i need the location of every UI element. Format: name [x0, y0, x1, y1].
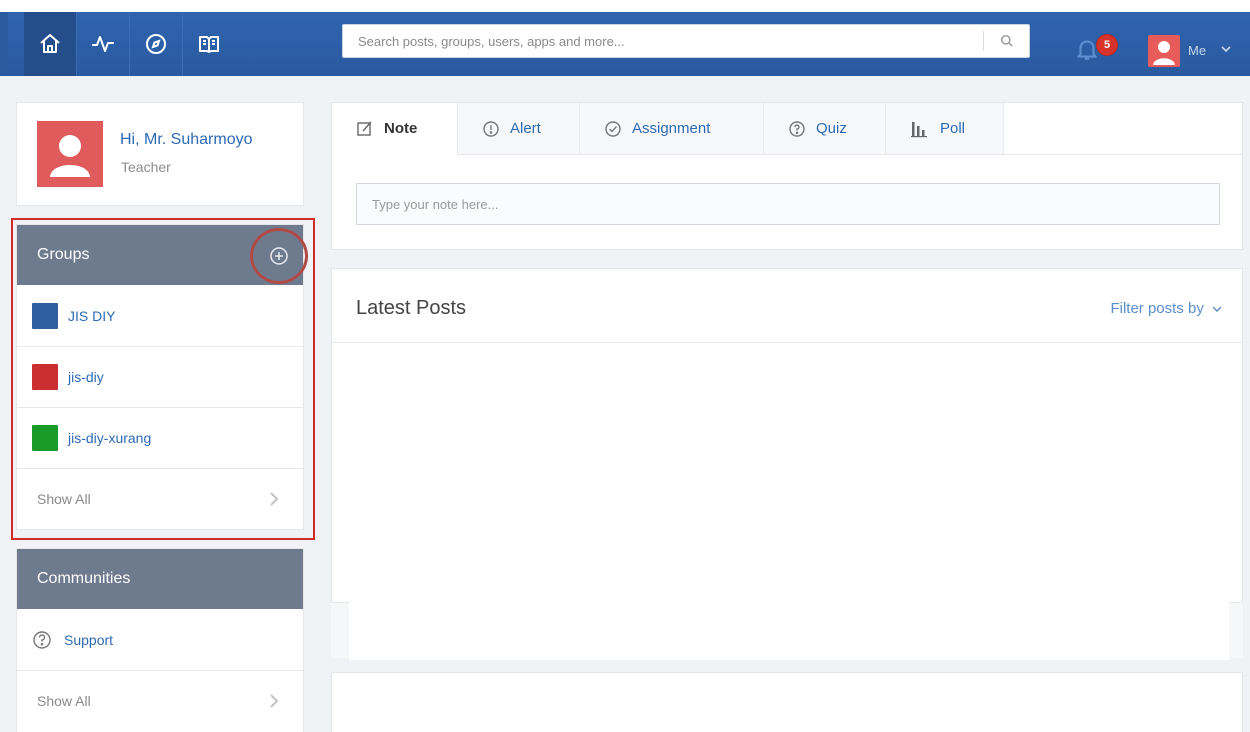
- chevron-down-icon[interactable]: [1220, 44, 1232, 54]
- help-circle-icon: [33, 630, 51, 649]
- community-item[interactable]: Support: [17, 609, 303, 670]
- search-input[interactable]: [343, 25, 983, 57]
- composer-tabs: Note Alert Assignment Quiz Poll: [332, 103, 1242, 155]
- help-circle-icon: [788, 120, 806, 138]
- communities-panel: Communities Support Show All: [16, 548, 304, 732]
- bar-chart-icon: [910, 120, 930, 138]
- communities-panel-header: Communities: [17, 549, 303, 609]
- user-avatar[interactable]: [1148, 35, 1180, 67]
- tab-label: Quiz: [816, 120, 847, 137]
- post-composer: Note Alert Assignment Quiz Poll Type you…: [331, 102, 1243, 250]
- activity-nav-button[interactable]: [77, 12, 129, 76]
- tab-poll[interactable]: Poll: [886, 103, 1004, 155]
- tab-quiz[interactable]: Quiz: [764, 103, 886, 155]
- search-bar: [342, 24, 1030, 58]
- profile-card: Hi, Mr. Suharmoyo Teacher: [16, 102, 304, 206]
- book-icon: [199, 36, 219, 53]
- plus-circle-icon: [270, 247, 288, 265]
- alert-icon: [482, 120, 500, 138]
- discover-nav-button[interactable]: [130, 12, 182, 76]
- library-nav-button[interactable]: [183, 12, 235, 76]
- user-silhouette-icon: [1153, 41, 1175, 65]
- notification-count-badge: 5: [1096, 34, 1118, 56]
- search-icon: [1001, 35, 1013, 47]
- home-icon: [40, 34, 60, 53]
- top-nav-inner: 5 Me: [8, 12, 1250, 76]
- tab-alert[interactable]: Alert: [458, 103, 580, 155]
- tabs-spacer: [1004, 103, 1242, 155]
- tab-label: Poll: [940, 120, 966, 137]
- add-group-button[interactable]: [266, 243, 292, 269]
- latest-posts-header: Latest Posts Filter posts by: [332, 269, 1242, 343]
- note-input[interactable]: [356, 183, 1220, 225]
- user-silhouette-icon: [50, 135, 90, 177]
- communities-show-all[interactable]: Show All: [17, 670, 303, 731]
- me-menu-label[interactable]: Me: [1188, 43, 1206, 58]
- tab-label: Alert: [510, 120, 541, 137]
- filter-posts-dropdown[interactable]: Filter posts by: [1110, 300, 1222, 317]
- tab-label: Assignment: [632, 120, 711, 137]
- check-circle-icon: [604, 120, 622, 138]
- filter-posts-label: Filter posts by: [1110, 300, 1204, 317]
- posts-loading-area: [349, 602, 1229, 660]
- profile-role: Teacher: [121, 159, 171, 175]
- discover-icon: [146, 34, 166, 54]
- search-button[interactable]: [984, 25, 1030, 57]
- chevron-right-icon: [270, 694, 279, 708]
- latest-posts-title: Latest Posts: [356, 297, 467, 319]
- home-nav-button[interactable]: [24, 12, 76, 76]
- tab-note[interactable]: Note: [332, 103, 458, 155]
- communities-title: Communities: [37, 570, 131, 587]
- edit-icon: [356, 120, 374, 138]
- tab-label: Note: [384, 120, 418, 137]
- post-card: [331, 672, 1243, 732]
- latest-posts-panel: Latest Posts Filter posts by: [331, 268, 1243, 658]
- chevron-down-icon: [1212, 306, 1222, 313]
- show-all-label: Show All: [37, 693, 91, 709]
- tab-assignment[interactable]: Assignment: [580, 103, 764, 155]
- top-nav-bar: 5 Me: [0, 12, 1250, 76]
- activity-icon: [92, 36, 114, 52]
- profile-greeting[interactable]: Hi, Mr. Suharmoyo: [120, 131, 252, 149]
- profile-avatar[interactable]: [37, 121, 103, 187]
- community-label: Support: [64, 631, 114, 648]
